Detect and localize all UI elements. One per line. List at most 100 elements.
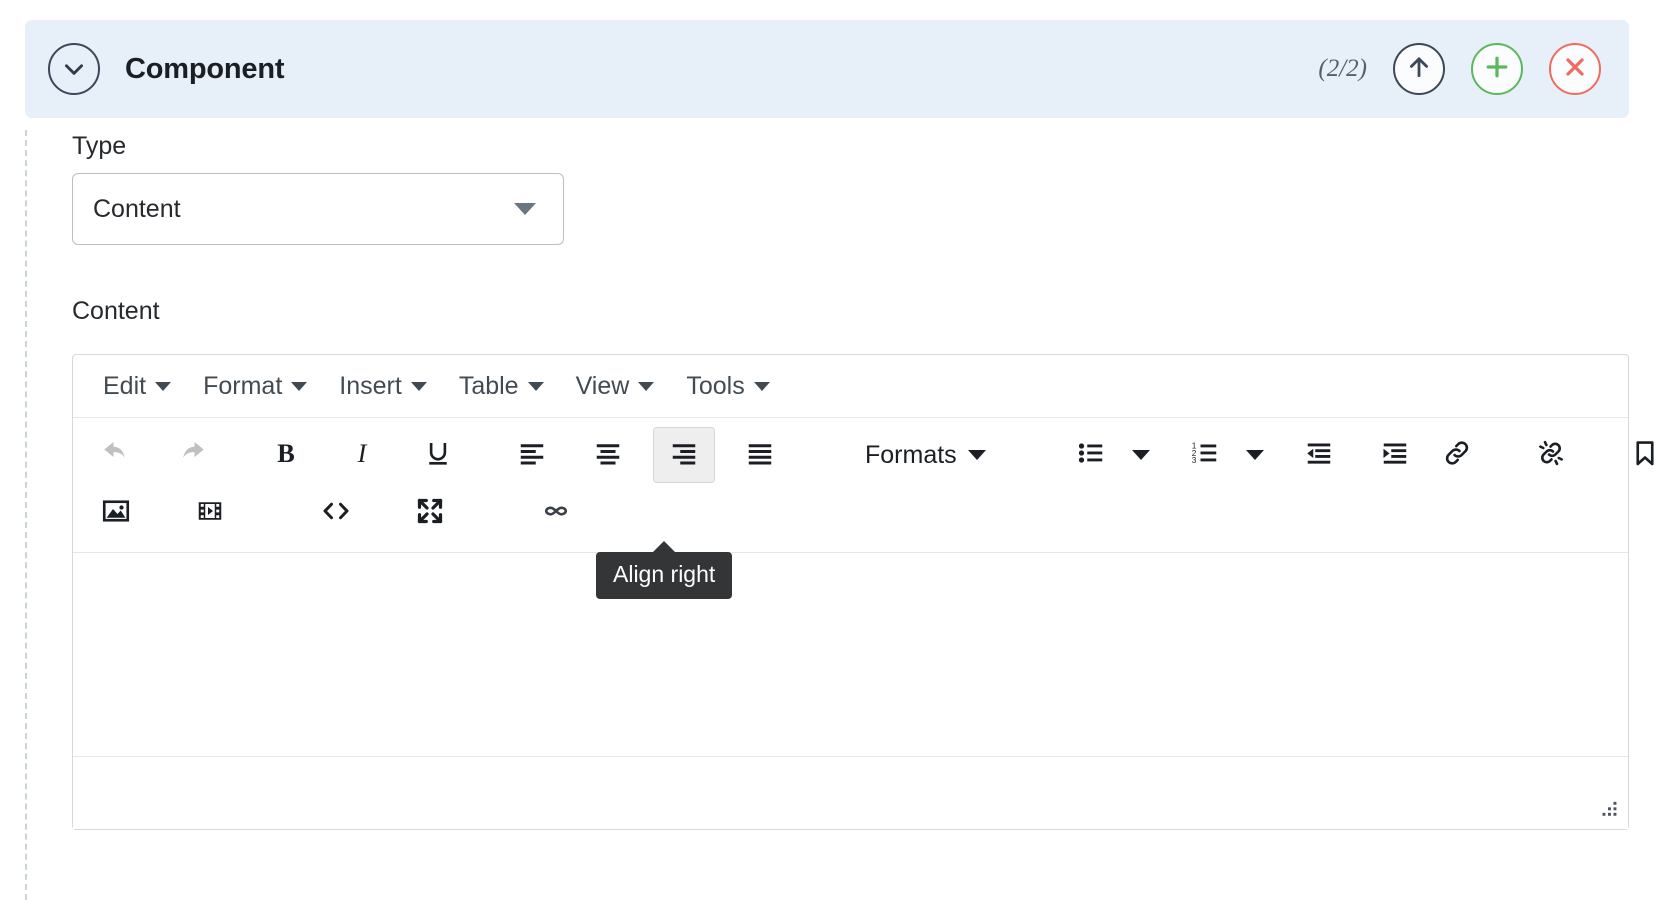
special-character-button[interactable] <box>525 485 587 541</box>
formats-dropdown[interactable]: Formats <box>855 427 996 483</box>
chevron-down-icon <box>514 203 536 215</box>
chevron-down-icon <box>753 381 770 391</box>
content-editable-area[interactable] <box>73 553 1628 757</box>
menu-view-label: View <box>575 371 630 400</box>
bookmark-icon <box>1630 438 1654 473</box>
insert-link-button[interactable] <box>1426 427 1488 483</box>
align-left-button[interactable] <box>501 427 563 483</box>
formats-dropdown-label: Formats <box>865 440 957 469</box>
redo-button[interactable] <box>161 427 223 483</box>
underline-icon <box>423 438 453 473</box>
chevron-down-icon <box>61 56 87 82</box>
form-spacer <box>72 245 1629 297</box>
menu-insert-label: Insert <box>339 371 402 400</box>
link-icon <box>1442 438 1472 473</box>
align-center-icon <box>593 438 623 473</box>
editor-toolbar-row-2 <box>85 484 1616 542</box>
editor-menubar: Edit Format Insert Table View Tools <box>73 355 1628 418</box>
component-counter: (2/2) <box>1318 55 1367 82</box>
italic-icon: I <box>347 438 377 473</box>
svg-text:3: 3 <box>1191 456 1196 465</box>
menu-insert[interactable]: Insert <box>323 366 443 407</box>
svg-text:I: I <box>357 438 368 467</box>
menu-edit-label: Edit <box>103 371 147 400</box>
component-editor-page: Component (2/2) Type Content Content Edi… <box>0 0 1654 922</box>
component-panel-header: Component (2/2) <box>25 20 1629 118</box>
media-film-icon <box>195 496 225 531</box>
chevron-down-icon <box>1131 450 1150 460</box>
undo-icon <box>101 438 131 473</box>
content-field-label: Content <box>72 297 160 325</box>
bullet-list-options-button[interactable] <box>1122 427 1160 483</box>
fullscreen-button[interactable] <box>399 485 461 541</box>
align-right-icon <box>669 438 699 473</box>
panel-indent-guide <box>25 130 27 900</box>
numbered-list-options-button[interactable] <box>1236 427 1274 483</box>
bullet-list-icon <box>1076 438 1106 473</box>
align-center-button[interactable] <box>577 427 639 483</box>
editor-statusbar <box>73 757 1628 829</box>
indent-icon <box>1380 438 1410 473</box>
source-code-button[interactable] <box>305 485 367 541</box>
unlink-icon <box>1536 438 1566 473</box>
chevron-down-icon <box>410 381 427 391</box>
remove-link-button[interactable] <box>1520 427 1582 483</box>
undo-button[interactable] <box>85 427 147 483</box>
collapse-panel-button[interactable] <box>48 43 100 95</box>
numbered-list-icon: 1 2 3 <box>1190 438 1220 473</box>
menu-tools-label: Tools <box>686 371 745 400</box>
numbered-list-button[interactable]: 1 2 3 <box>1174 427 1236 483</box>
code-angle-brackets-icon <box>321 496 351 531</box>
menu-table[interactable]: Table <box>443 366 560 407</box>
chevron-down-icon <box>638 381 655 391</box>
menu-format[interactable]: Format <box>187 366 323 407</box>
chevron-down-icon <box>1245 450 1264 460</box>
align-justify-icon <box>745 438 775 473</box>
remove-component-button[interactable] <box>1549 43 1601 95</box>
add-component-button[interactable] <box>1471 43 1523 95</box>
svg-text:B: B <box>277 438 295 467</box>
chevron-down-icon <box>527 381 544 391</box>
chevron-down-icon <box>155 381 172 391</box>
fullscreen-expand-icon <box>415 496 445 531</box>
insert-image-button[interactable] <box>85 485 147 541</box>
bold-icon: B <box>271 438 301 473</box>
bold-button[interactable]: B <box>255 427 317 483</box>
outdent-button[interactable] <box>1288 427 1350 483</box>
plus-icon <box>1483 53 1511 86</box>
menu-table-label: Table <box>458 371 519 400</box>
redo-icon <box>177 438 207 473</box>
menu-edit[interactable]: Edit <box>87 366 187 407</box>
menu-tools[interactable]: Tools <box>670 366 785 407</box>
bullet-list-button[interactable] <box>1060 427 1122 483</box>
rich-text-editor: Edit Format Insert Table View Tools B I … <box>72 354 1654 830</box>
infinity-icon <box>541 496 571 531</box>
indent-button[interactable] <box>1364 427 1426 483</box>
type-select[interactable]: Content <box>72 173 564 245</box>
insert-media-button[interactable] <box>179 485 241 541</box>
outdent-icon <box>1304 438 1334 473</box>
chevron-down-icon <box>291 381 308 391</box>
chevron-down-icon <box>967 450 986 460</box>
image-icon <box>101 496 131 531</box>
anchor-button[interactable] <box>1614 427 1654 483</box>
align-left-icon <box>517 438 547 473</box>
type-field-label: Type <box>72 132 127 160</box>
align-right-button[interactable] <box>653 427 715 483</box>
move-component-up-button[interactable] <box>1393 43 1445 95</box>
component-form: Type Content Content Edit Format Insert … <box>72 132 1654 830</box>
close-x-icon <box>1561 53 1589 86</box>
form-spacer-2 <box>72 338 1629 354</box>
editor-toolbar-row-1: B I Formats 1 2 3 <box>85 426 1654 484</box>
panel-header-actions: (2/2) <box>1318 43 1601 95</box>
resize-grip-icon[interactable] <box>1597 800 1619 822</box>
italic-button[interactable]: I <box>331 427 393 483</box>
underline-button[interactable] <box>407 427 469 483</box>
type-select-value: Content <box>93 194 181 223</box>
align-justify-button[interactable] <box>729 427 791 483</box>
page-title: Component <box>125 52 285 85</box>
editor-toolbar: B I Formats 1 2 3 <box>73 418 1654 553</box>
menu-view[interactable]: View <box>560 366 671 407</box>
arrow-up-icon <box>1405 53 1433 86</box>
align-right-tooltip: Align right <box>596 552 733 599</box>
